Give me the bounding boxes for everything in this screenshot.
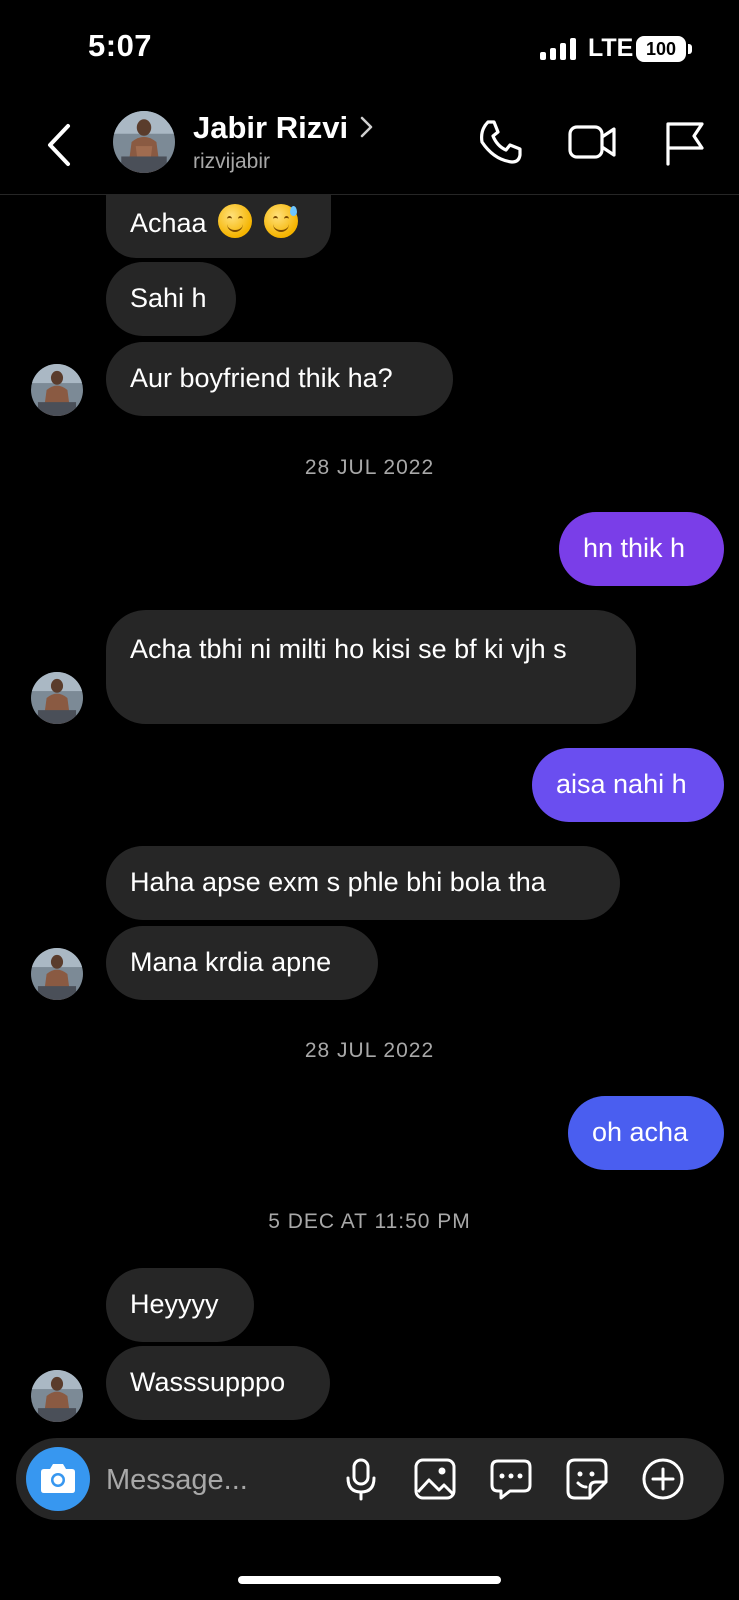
- message-text: Mana krdia apne: [130, 947, 332, 977]
- incoming-message[interactable]: Haha apse exm s phle bhi bola tha: [106, 846, 620, 920]
- more-options-button[interactable]: [640, 1456, 686, 1502]
- sender-avatar[interactable]: [31, 948, 83, 1000]
- chat-bubble-icon: [490, 1459, 532, 1500]
- message-text: oh acha: [592, 1117, 689, 1147]
- grinning-sweat-face-icon: [263, 204, 298, 238]
- voice-message-button[interactable]: [338, 1456, 384, 1502]
- flag-icon: [666, 122, 704, 166]
- avatar-image: [31, 1370, 83, 1422]
- incoming-message[interactable]: Heyyyy: [106, 1268, 254, 1342]
- audio-call-button[interactable]: [474, 116, 526, 168]
- plus-circle-icon: [642, 1458, 684, 1500]
- incoming-message[interactable]: Achaa: [106, 194, 331, 258]
- image-icon: [414, 1458, 456, 1500]
- sender-avatar[interactable]: [31, 1370, 83, 1422]
- avatar-image: [31, 364, 83, 416]
- contact-username: rizvijabir: [193, 150, 271, 173]
- avatar-image: [113, 111, 175, 173]
- message-input[interactable]: [104, 1454, 328, 1506]
- smiling-face-icon: [218, 204, 253, 238]
- outgoing-message[interactable]: oh acha: [568, 1096, 724, 1170]
- video-camera-icon: [568, 125, 616, 159]
- sender-avatar[interactable]: [31, 364, 83, 416]
- date-separator: 5 DEC AT 11:50 PM: [268, 1210, 471, 1233]
- report-button[interactable]: [660, 116, 712, 168]
- message-text: hn thik h: [583, 533, 686, 563]
- sender-avatar[interactable]: [31, 672, 83, 724]
- incoming-message[interactable]: Wasssupppo: [106, 1346, 330, 1420]
- date-separator: 28 JUL 2022: [304, 456, 435, 479]
- contact-avatar[interactable]: [113, 111, 175, 173]
- message-text: Aur boyfriend thik ha?: [130, 363, 393, 393]
- message-text: Heyyyy: [130, 1289, 219, 1319]
- chevron-right-icon[interactable]: [356, 114, 378, 140]
- battery-tip: [688, 44, 692, 54]
- chat-header: Jabir Rizvi rizvijabir: [0, 100, 739, 195]
- outgoing-message[interactable]: aisa nahi h: [532, 748, 724, 822]
- message-text: Wasssupppo: [130, 1367, 286, 1397]
- quick-reply-button[interactable]: [488, 1456, 534, 1502]
- camera-button[interactable]: [26, 1447, 90, 1511]
- back-button[interactable]: [40, 118, 84, 172]
- message-text: Achaa: [130, 208, 207, 238]
- message-text: Sahi h: [130, 283, 207, 313]
- contact-name[interactable]: Jabir Rizvi: [193, 110, 348, 146]
- status-time: 5:07: [88, 28, 153, 63]
- sticker-icon: [566, 1458, 608, 1500]
- avatar-image: [31, 948, 83, 1000]
- home-indicator[interactable]: [238, 1576, 501, 1584]
- video-call-button[interactable]: [566, 116, 618, 168]
- incoming-message[interactable]: Acha tbhi ni milti ho kisi se bf ki vjh …: [106, 610, 636, 724]
- message-composer: [16, 1438, 724, 1520]
- microphone-icon: [346, 1458, 376, 1501]
- message-text: aisa nahi h: [556, 769, 687, 799]
- message-text: Acha tbhi ni milti ho kisi se bf ki vjh …: [130, 634, 567, 664]
- phone-icon: [480, 120, 522, 164]
- incoming-message[interactable]: Sahi h: [106, 262, 236, 336]
- chevron-left-icon: [48, 124, 70, 166]
- outgoing-message[interactable]: hn thik h: [559, 512, 724, 586]
- incoming-message[interactable]: Mana krdia apne: [106, 926, 378, 1000]
- date-separator: 28 JUL 2022: [304, 1039, 435, 1062]
- camera-icon: [41, 1464, 75, 1493]
- message-text: Haha apse exm s phle bhi bola tha: [130, 867, 546, 897]
- battery-icon: 100: [636, 36, 686, 62]
- gallery-button[interactable]: [412, 1456, 458, 1502]
- network-label: LTE: [588, 34, 634, 62]
- sticker-button[interactable]: [564, 1456, 610, 1502]
- signal-icon: [540, 38, 576, 60]
- incoming-message[interactable]: Aur boyfriend thik ha?: [106, 342, 453, 416]
- avatar-image: [31, 672, 83, 724]
